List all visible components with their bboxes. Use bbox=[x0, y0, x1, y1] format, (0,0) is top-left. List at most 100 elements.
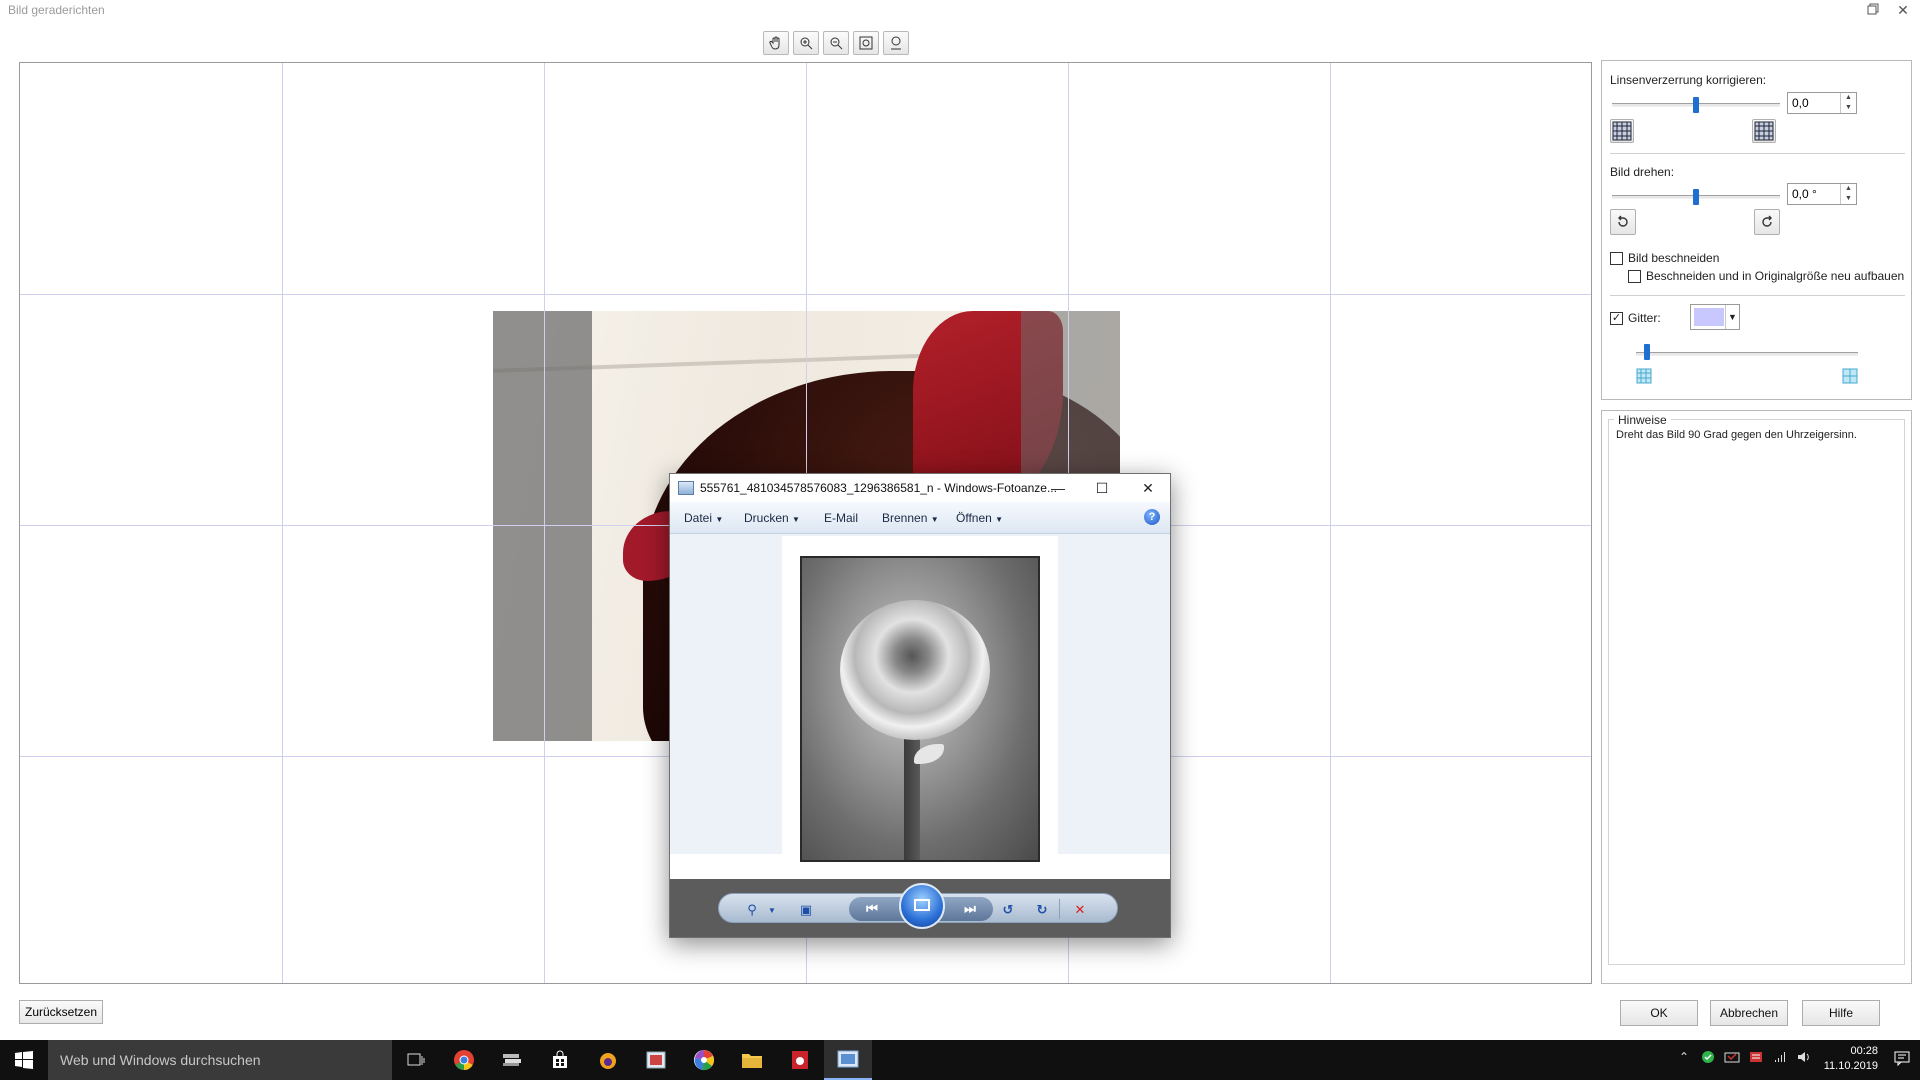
taskbar-search[interactable]: Web und Windows durchsuchen bbox=[48, 1040, 392, 1080]
rotate-left-icon[interactable] bbox=[1610, 209, 1636, 235]
spin-down-icon[interactable]: ▼ bbox=[1841, 194, 1856, 204]
small-grid-icon bbox=[1636, 368, 1652, 387]
dialog-title: Bild geraderichten bbox=[8, 3, 105, 17]
chrome-icon[interactable] bbox=[440, 1040, 488, 1080]
tray-chevron-up-icon[interactable]: ⌃ bbox=[1676, 1050, 1692, 1068]
help-icon[interactable]: ? bbox=[1144, 509, 1160, 525]
grid-line bbox=[282, 63, 283, 983]
hints-legend: Hinweise bbox=[1614, 413, 1671, 427]
photo-viewer-task-icon[interactable] bbox=[824, 1040, 872, 1080]
viewer-title: 555761_481034578576083_1296386581_n - Wi… bbox=[700, 481, 1057, 495]
photo-app-icon[interactable] bbox=[632, 1040, 680, 1080]
hints-panel: Hinweise Dreht das Bild 90 Grad gegen de… bbox=[1601, 410, 1912, 984]
notification-icon[interactable] bbox=[1894, 1050, 1912, 1068]
windows-start-icon[interactable] bbox=[0, 1040, 48, 1080]
dialog-titlebar: Bild geraderichten ✕ bbox=[0, 0, 1920, 22]
network-device-icon[interactable] bbox=[1724, 1050, 1740, 1068]
clock-time: 00:28 bbox=[1850, 1045, 1878, 1057]
viewer-photo bbox=[782, 536, 1058, 880]
next-icon[interactable]: ⏭ bbox=[959, 900, 981, 918]
lens-distortion-label: Linsenverzerrung korrigieren: bbox=[1610, 73, 1767, 87]
rotate-input[interactable] bbox=[1792, 186, 1836, 202]
lens-distortion-slider-thumb[interactable] bbox=[1693, 97, 1699, 113]
viewer-controls: ⚲ ▼ ▣ ⏮ ⏭ ↺ ↻ ✕ bbox=[670, 879, 1170, 937]
restore-icon[interactable] bbox=[1860, 0, 1886, 20]
clock[interactable]: 00:28 11.10.2019 bbox=[1824, 1044, 1878, 1074]
grid-line bbox=[1330, 63, 1331, 983]
large-grid-icon bbox=[1842, 368, 1858, 387]
hand-icon[interactable] bbox=[763, 31, 789, 55]
grid-line bbox=[20, 294, 1591, 295]
help-button[interactable]: Hilfe bbox=[1802, 1000, 1880, 1026]
menu-oeffnen[interactable]: Öffnen ▼ bbox=[956, 511, 1003, 525]
grid-color-swatch bbox=[1694, 308, 1724, 326]
menu-datei[interactable]: Datei ▼ bbox=[684, 511, 723, 525]
actual-size-icon[interactable]: ▣ bbox=[795, 901, 817, 919]
pincushion-grid-icon[interactable] bbox=[1752, 119, 1776, 143]
app-icon-stack[interactable] bbox=[488, 1040, 536, 1080]
grid-label: Gitter: bbox=[1628, 311, 1661, 325]
crop-shade-left bbox=[493, 311, 592, 741]
cancel-button[interactable]: Abbrechen bbox=[1710, 1000, 1788, 1026]
lens-distortion-spinner[interactable]: ▲▼ bbox=[1787, 92, 1857, 114]
zoom-icon[interactable]: ⚲ bbox=[741, 901, 763, 919]
chevron-down-icon[interactable]: ▼ bbox=[761, 901, 783, 919]
close-icon[interactable]: ✕ bbox=[1890, 0, 1916, 20]
firefox-icon[interactable] bbox=[584, 1040, 632, 1080]
file-explorer-icon[interactable] bbox=[728, 1040, 776, 1080]
paint-shop-icon[interactable] bbox=[776, 1040, 824, 1080]
maximize-icon[interactable]: ☐ bbox=[1080, 476, 1124, 500]
clock-date: 11.10.2019 bbox=[1823, 1060, 1878, 1072]
fit-icon[interactable] bbox=[853, 31, 879, 55]
grid-size-slider[interactable] bbox=[1636, 352, 1858, 356]
close-icon[interactable]: ✕ bbox=[1126, 476, 1170, 500]
menu-brennen[interactable]: Brennen ▼ bbox=[882, 511, 939, 525]
volume-icon[interactable] bbox=[1796, 1050, 1812, 1068]
zoom-in-icon[interactable] bbox=[793, 31, 819, 55]
spin-up-icon[interactable]: ▲ bbox=[1841, 93, 1856, 103]
security-icon[interactable] bbox=[1700, 1050, 1716, 1068]
photo-viewer-icon bbox=[678, 481, 694, 495]
spin-up-icon[interactable]: ▲ bbox=[1841, 184, 1856, 194]
viewer-titlebar[interactable]: 555761_481034578576083_1296386581_n - Wi… bbox=[670, 474, 1170, 502]
zoom-100-icon[interactable] bbox=[883, 31, 909, 55]
grid-color-picker[interactable]: ▼ bbox=[1690, 304, 1740, 330]
lens-distortion-input[interactable] bbox=[1792, 95, 1836, 111]
rotate-spinner[interactable]: ▲▼ bbox=[1787, 183, 1857, 205]
store-icon[interactable] bbox=[536, 1040, 584, 1080]
spin-down-icon[interactable]: ▼ bbox=[1841, 103, 1856, 113]
view-toolbar bbox=[763, 31, 909, 55]
previous-icon[interactable]: ⏮ bbox=[861, 900, 883, 918]
settings-panel: Linsenverzerrung korrigieren: ▲▼ Bild dr… bbox=[1601, 60, 1912, 400]
picasa-icon[interactable] bbox=[680, 1040, 728, 1080]
chevron-down-icon[interactable]: ▼ bbox=[1725, 305, 1739, 329]
zoom-out-icon[interactable] bbox=[823, 31, 849, 55]
slideshow-icon[interactable] bbox=[899, 883, 945, 929]
taskbar-search-placeholder: Web und Windows durchsuchen bbox=[60, 1052, 261, 1068]
rotate-slider-thumb[interactable] bbox=[1693, 189, 1699, 205]
grid-line bbox=[544, 63, 545, 983]
barrel-grid-icon[interactable] bbox=[1610, 119, 1634, 143]
crop-label: Bild beschneiden bbox=[1628, 251, 1720, 265]
crop-rebuild-label: Beschneiden und in Originalgröße neu auf… bbox=[1646, 269, 1905, 283]
minimize-icon[interactable]: — bbox=[1036, 476, 1080, 500]
gpu-icon[interactable] bbox=[1748, 1050, 1764, 1068]
menu-email[interactable]: E-Mail bbox=[824, 511, 858, 525]
rotate-left-icon[interactable]: ↺ bbox=[997, 901, 1019, 919]
menu-drucken[interactable]: Drucken ▼ bbox=[744, 511, 800, 525]
grid-checkbox[interactable]: ✓ bbox=[1610, 312, 1623, 325]
rotate-label: Bild drehen: bbox=[1610, 165, 1675, 179]
crop-rebuild-checkbox[interactable] bbox=[1628, 270, 1641, 283]
grid-size-slider-thumb[interactable] bbox=[1644, 344, 1651, 360]
photo-viewer-window[interactable]: 555761_481034578576083_1296386581_n - Wi… bbox=[669, 473, 1171, 938]
crop-checkbox[interactable] bbox=[1610, 252, 1623, 265]
delete-icon[interactable]: ✕ bbox=[1069, 901, 1091, 919]
wifi-icon[interactable] bbox=[1772, 1050, 1788, 1068]
rotate-right-icon[interactable]: ↻ bbox=[1031, 901, 1053, 919]
task-view-icon[interactable] bbox=[392, 1040, 440, 1080]
rotate-right-icon[interactable] bbox=[1754, 209, 1780, 235]
viewer-menubar: Datei ▼ Drucken ▼ E-Mail Brennen ▼ Öffne… bbox=[670, 502, 1170, 534]
ok-button[interactable]: OK bbox=[1620, 1000, 1698, 1026]
taskbar: Web und Windows durchsuchen ⌃ 00:28 11.1… bbox=[0, 1040, 1920, 1080]
reset-button[interactable]: Zurücksetzen bbox=[19, 1000, 103, 1024]
